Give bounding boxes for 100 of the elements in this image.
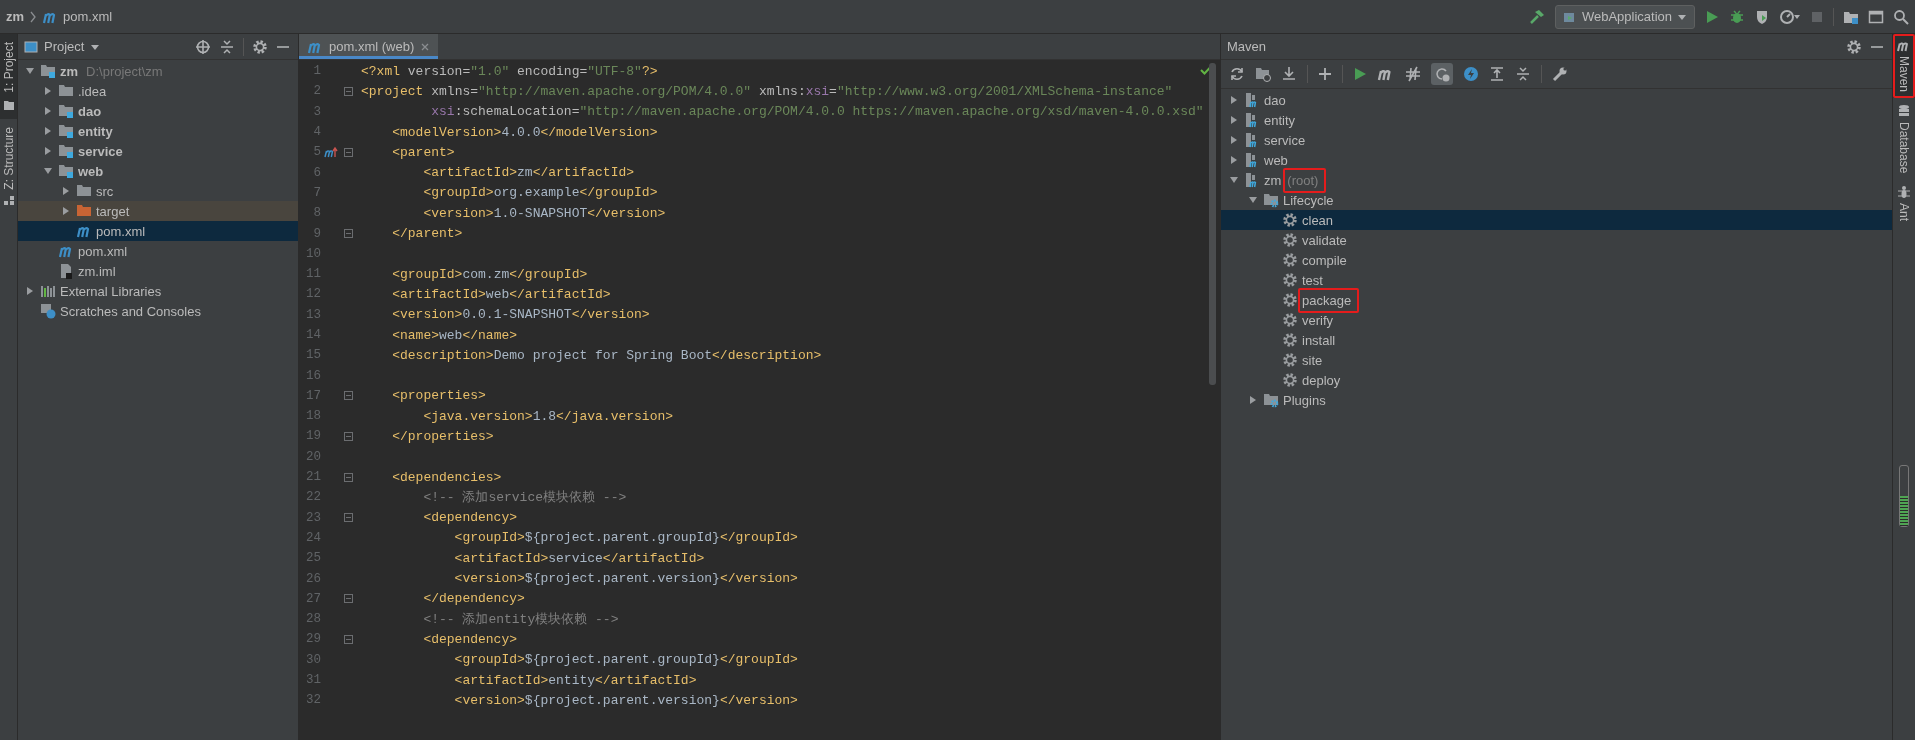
expand-arrow-icon[interactable] bbox=[25, 66, 35, 76]
tree-item[interactable]: entity bbox=[18, 121, 298, 141]
fold-icon[interactable] bbox=[343, 147, 353, 157]
tree-item[interactable]: dao bbox=[18, 101, 298, 121]
line-number: 1 bbox=[312, 64, 321, 79]
collapse-icon[interactable] bbox=[1515, 66, 1531, 82]
code-line: <groupId>org.example</groupId> bbox=[422, 185, 658, 201]
expand-arrow-icon[interactable] bbox=[43, 166, 53, 176]
fold-icon[interactable] bbox=[343, 432, 353, 441]
tree-item[interactable]: pom.xml bbox=[18, 241, 298, 261]
offline-toggle[interactable] bbox=[1431, 63, 1453, 85]
tree-item[interactable]: target bbox=[18, 201, 298, 221]
tree-item[interactable]: compile bbox=[1221, 250, 1892, 270]
expand-arrow-icon[interactable] bbox=[1229, 155, 1239, 165]
tree-item[interactable]: zm.iml bbox=[18, 261, 298, 281]
tree-item[interactable]: service bbox=[18, 141, 298, 161]
tree-item[interactable]: install bbox=[1221, 330, 1892, 350]
line-number: 13 bbox=[305, 307, 321, 322]
reload-icon[interactable] bbox=[1229, 66, 1245, 82]
folder-icon[interactable] bbox=[1255, 66, 1271, 82]
expand-arrow-icon[interactable] bbox=[61, 206, 71, 216]
gauge-icon[interactable] bbox=[1779, 8, 1801, 25]
module-folder-icon bbox=[58, 143, 74, 159]
tool-window-tab[interactable]: Maven bbox=[1893, 34, 1915, 99]
tree-item[interactable]: clean bbox=[1221, 210, 1892, 230]
tree-item[interactable]: dao bbox=[1221, 90, 1892, 110]
project-view-dropdown[interactable]: Project bbox=[24, 39, 101, 54]
close-icon[interactable] bbox=[420, 41, 431, 52]
fold-icon[interactable] bbox=[343, 472, 353, 482]
tree-item[interactable]: web bbox=[18, 161, 298, 181]
tree-item[interactable]: service bbox=[1221, 130, 1892, 150]
tree-item[interactable]: zm (root) bbox=[1221, 170, 1892, 190]
editor-tab[interactable]: pom.xml (web) bbox=[299, 34, 439, 59]
fold-icon[interactable] bbox=[343, 391, 353, 401]
download-icon[interactable] bbox=[1281, 66, 1297, 82]
tree-item[interactable]: Lifecycle bbox=[1221, 190, 1892, 210]
tree-item[interactable]: web bbox=[1221, 150, 1892, 170]
scrollbar[interactable] bbox=[1209, 63, 1216, 385]
search-icon[interactable] bbox=[1893, 8, 1909, 25]
fold-icon[interactable] bbox=[343, 594, 353, 604]
expand-arrow-icon[interactable] bbox=[1248, 395, 1258, 405]
line-number: 15 bbox=[305, 348, 321, 363]
expand-arrow-icon[interactable] bbox=[43, 146, 53, 156]
expand-arrow-icon[interactable] bbox=[61, 186, 71, 196]
expand-arrow-icon[interactable] bbox=[1248, 195, 1258, 205]
override-icon[interactable] bbox=[324, 146, 338, 159]
run-config-dropdown[interactable]: WebApplication bbox=[1554, 4, 1695, 29]
settings-icon[interactable] bbox=[1846, 38, 1862, 55]
memory-indicator[interactable] bbox=[1899, 464, 1909, 527]
settings-icon[interactable] bbox=[252, 38, 268, 55]
tree-item[interactable]: entity bbox=[1221, 110, 1892, 130]
tree-item[interactable]: validate bbox=[1221, 230, 1892, 250]
skip-tests-icon[interactable] bbox=[1405, 66, 1421, 82]
code-line: <!-- 添加entity模块依赖 --> bbox=[422, 611, 619, 629]
tree-item[interactable]: site bbox=[1221, 350, 1892, 370]
tool-window-tab[interactable]: Ant bbox=[1893, 179, 1915, 228]
code-line: <?xml version="1.0" encoding="UTF-8"?> bbox=[360, 63, 658, 79]
fold-icon[interactable] bbox=[343, 513, 353, 523]
expand-arrow-icon[interactable] bbox=[43, 86, 53, 96]
lightning-icon[interactable] bbox=[1463, 66, 1479, 82]
fold-icon[interactable] bbox=[343, 634, 353, 644]
tree-item[interactable]: .idea bbox=[18, 81, 298, 101]
tree-item[interactable]: test bbox=[1221, 270, 1892, 290]
tree-item[interactable]: External Libraries bbox=[18, 281, 298, 301]
expand-arrow-icon[interactable] bbox=[1229, 95, 1239, 105]
fold-icon[interactable] bbox=[343, 86, 353, 96]
expand-arrow-icon[interactable] bbox=[1229, 175, 1239, 185]
tree-item[interactable]: verify bbox=[1221, 310, 1892, 330]
run-icon[interactable] bbox=[1704, 8, 1720, 25]
tool-window-tab[interactable]: 1: Project bbox=[0, 34, 17, 119]
tree-item[interactable]: zm D:\project\zm bbox=[18, 61, 298, 81]
expand-arrow-icon[interactable] bbox=[25, 286, 35, 296]
tree-item[interactable]: deploy bbox=[1221, 370, 1892, 390]
tree-item[interactable]: src bbox=[18, 181, 298, 201]
caret-icon bbox=[90, 42, 101, 51]
expand-arrow-icon[interactable] bbox=[43, 126, 53, 136]
wrench-icon[interactable] bbox=[1552, 66, 1568, 82]
fold-icon[interactable] bbox=[343, 229, 353, 238]
run-icon[interactable] bbox=[1353, 67, 1367, 81]
locate-icon[interactable] bbox=[195, 38, 211, 55]
expand-arrow-icon[interactable] bbox=[1229, 115, 1239, 125]
breadcrumb[interactable]: pom.xml bbox=[63, 9, 113, 24]
breadcrumb[interactable]: zm bbox=[6, 9, 25, 24]
window-icon[interactable] bbox=[1868, 8, 1884, 25]
line-number: 22 bbox=[305, 490, 321, 505]
bug-icon[interactable] bbox=[1729, 8, 1745, 25]
tool-window-tab[interactable]: Database bbox=[1893, 98, 1915, 180]
tree-item[interactable]: pom.xml bbox=[18, 221, 298, 241]
expand-arrow-icon[interactable] bbox=[43, 106, 53, 116]
shield-icon[interactable] bbox=[1754, 8, 1770, 25]
tool-window-tab[interactable]: Z: Structure bbox=[0, 118, 17, 216]
structure-icon bbox=[2, 195, 15, 208]
plus-icon[interactable] bbox=[1318, 67, 1332, 81]
expand-icon[interactable] bbox=[1489, 66, 1505, 82]
code-line: <version>${project.parent.version}</version> bbox=[453, 571, 798, 587]
tree-item[interactable]: Plugins bbox=[1221, 390, 1892, 410]
collapse-icon[interactable] bbox=[219, 38, 235, 55]
tree-item[interactable]: Scratches and Consoles bbox=[18, 301, 298, 321]
tree-item[interactable]: package bbox=[1221, 290, 1892, 310]
expand-arrow-icon[interactable] bbox=[1229, 135, 1239, 145]
